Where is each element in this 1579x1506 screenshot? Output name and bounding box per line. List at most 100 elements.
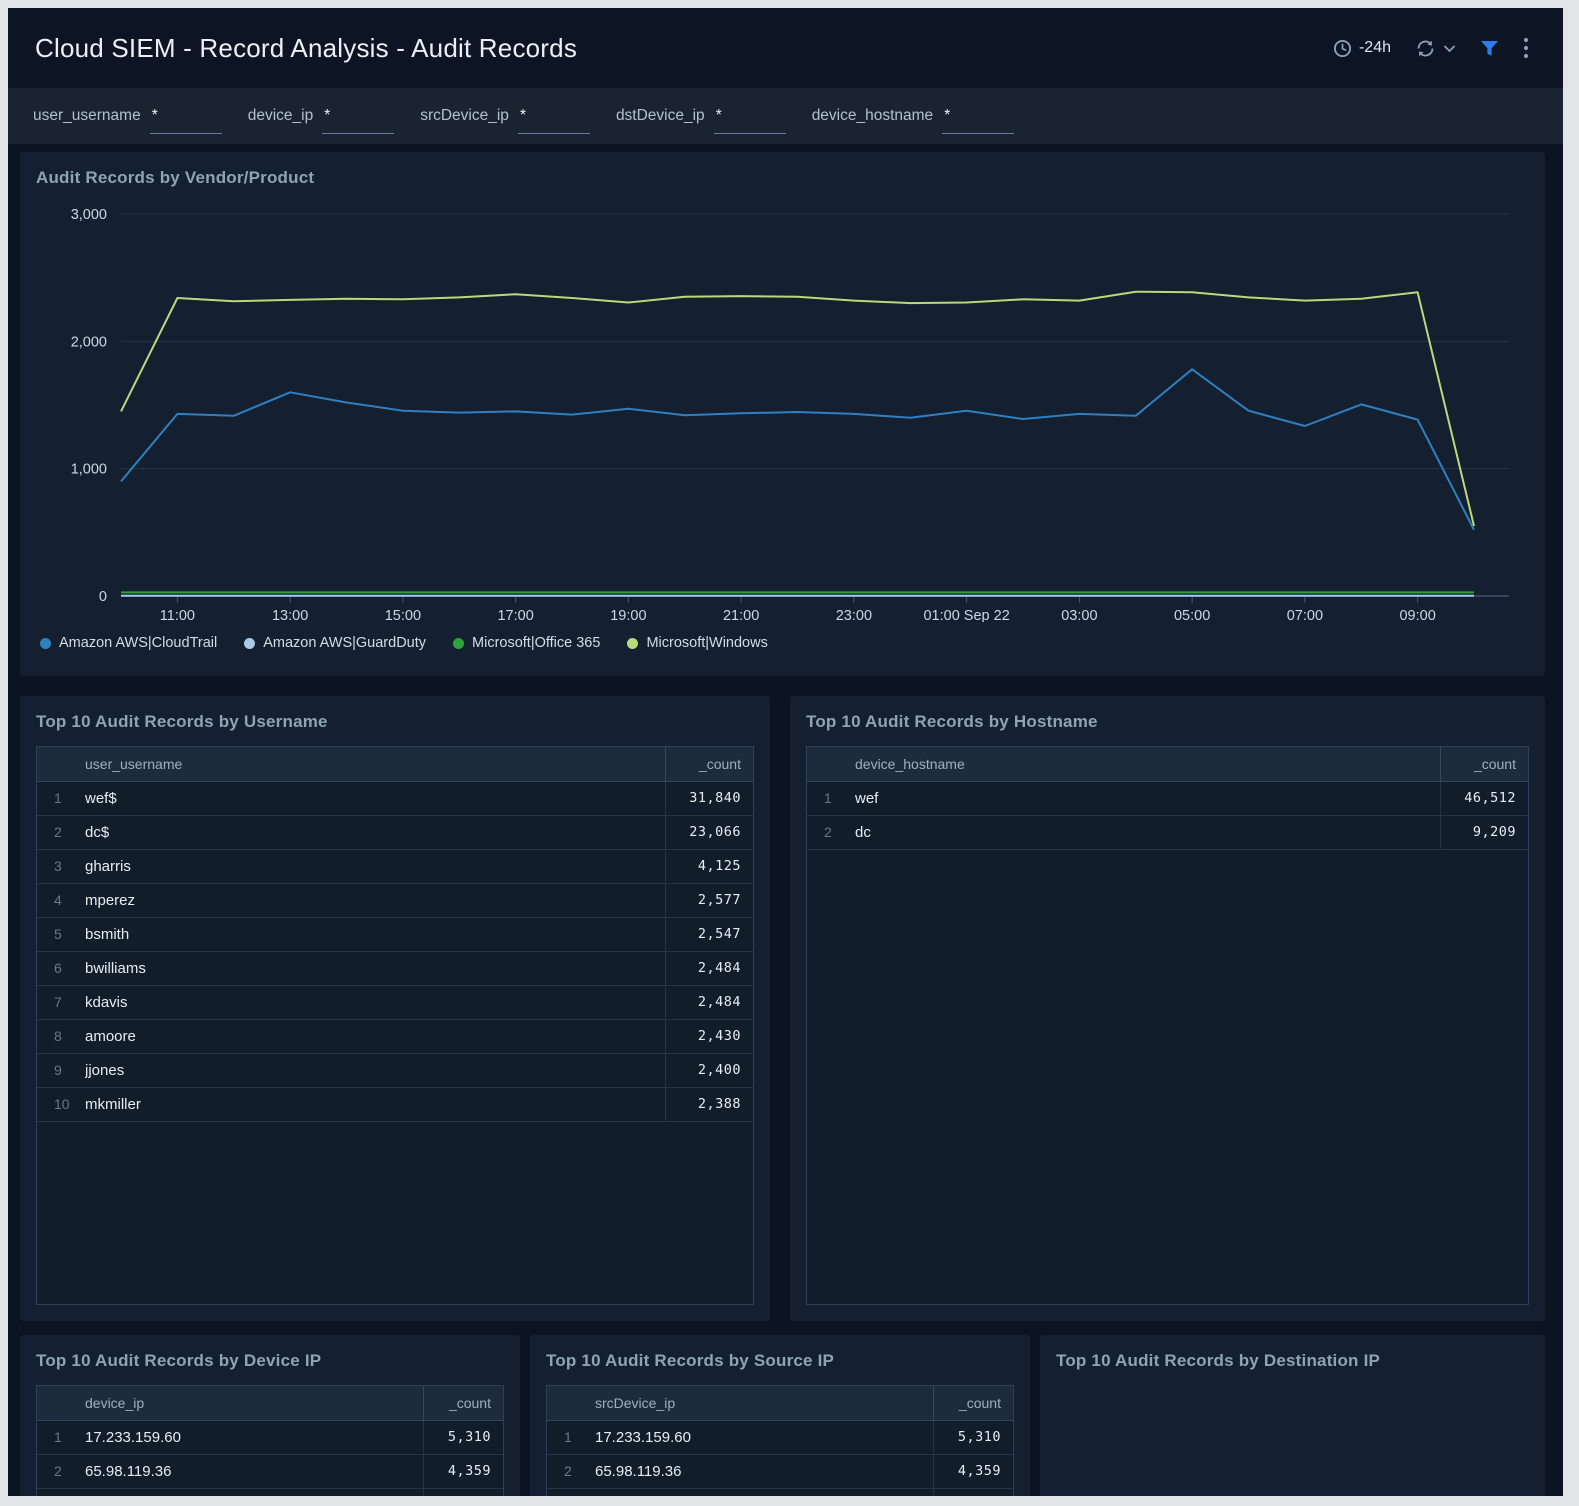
- value-cell: bwilliams: [85, 951, 665, 985]
- column-header-rank[interactable]: [37, 747, 85, 781]
- username-table-wrap: user_username_count1wef$31,8402dc$23,066…: [36, 746, 754, 1305]
- legend-dot: [627, 638, 638, 649]
- table-row[interactable]: 6bwilliams2,484: [37, 951, 753, 985]
- series-line[interactable]: [121, 369, 1474, 530]
- count-cell: 9,209: [1440, 815, 1528, 849]
- table-row[interactable]: 265.98.119.364,359: [37, 1454, 503, 1488]
- value-cell: 17.233.159.60: [85, 1420, 423, 1454]
- y-axis-label: 1,000: [71, 462, 107, 478]
- filter-input[interactable]: *: [322, 98, 394, 134]
- column-header-rank[interactable]: [547, 1386, 595, 1420]
- table-row[interactable]: 117.233.159.605,310: [37, 1420, 503, 1454]
- source_ip-table: srcDevice_ip_count117.233.159.605,310265…: [547, 1386, 1013, 1496]
- rank-cell: 2: [547, 1454, 595, 1488]
- filter-toggle[interactable]: [1480, 40, 1499, 57]
- vendor-product-panel: Audit Records by Vendor/Product 3,0002,0…: [20, 152, 1545, 676]
- table-row[interactable]: 3gharris4,125: [37, 849, 753, 883]
- chevron-down-icon: [1443, 44, 1456, 53]
- x-axis-label: 23:00: [836, 608, 872, 622]
- table-row[interactable]: 5bsmith2,547: [37, 917, 753, 951]
- chart-box: 3,0002,0001,000011:0013:0015:0017:0019:0…: [36, 192, 1529, 627]
- column-header-_count[interactable]: _count: [1440, 747, 1528, 781]
- filter-label: user_username: [33, 98, 141, 125]
- legend-item[interactable]: Microsoft|Office 365: [453, 635, 600, 651]
- table-row[interactable]: 2dc9,209: [807, 815, 1528, 849]
- table-row[interactable]: 7kdavis2,484: [37, 985, 753, 1019]
- vendor-product-line-chart[interactable]: 3,0002,0001,000011:0013:0015:0017:0019:0…: [36, 192, 1529, 622]
- rank-cell: 4: [37, 883, 85, 917]
- column-header-rank[interactable]: [37, 1386, 85, 1420]
- count-cell: 2,400: [665, 1053, 753, 1087]
- legend-label: Amazon AWS|GuardDuty: [263, 635, 426, 651]
- value-cell: dc$: [85, 815, 665, 849]
- table-row[interactable]: 9jjones2,400: [37, 1053, 753, 1087]
- table-row[interactable]: 1wef46,512: [807, 781, 1528, 815]
- dashboard-header: Cloud SIEM - Record Analysis - Audit Rec…: [8, 8, 1563, 88]
- series-line[interactable]: [121, 292, 1474, 526]
- filter-input[interactable]: *: [942, 98, 1014, 134]
- count-cell: 4,359: [423, 1454, 503, 1488]
- x-axis-label: 21:00: [723, 608, 759, 622]
- table-row[interactable]: 10mkmiller2,388: [37, 1087, 753, 1121]
- column-header-device_ip[interactable]: device_ip: [85, 1386, 423, 1420]
- legend-dot: [40, 638, 51, 649]
- count-cell: 2,388: [665, 1087, 753, 1121]
- tables-row: Top 10 Audit Records by Username user_us…: [20, 696, 1545, 1321]
- table-row[interactable]: 117.233.159.605,310: [547, 1420, 1013, 1454]
- device-ip-table-wrap: device_ip_count117.233.159.605,310265.98…: [36, 1385, 504, 1496]
- value-cell: jjones: [85, 1053, 665, 1087]
- value-cell: gharris: [85, 849, 665, 883]
- table-row[interactable]: 2dc$23,066: [37, 815, 753, 849]
- kebab-menu-icon[interactable]: [1523, 37, 1529, 59]
- filter-label: device_ip: [248, 98, 314, 125]
- column-header-user_username[interactable]: user_username: [85, 747, 665, 781]
- source-ip-panel: Top 10 Audit Records by Source IP srcDev…: [530, 1335, 1030, 1496]
- legend-item[interactable]: Microsoft|Windows: [627, 635, 767, 651]
- source-ip-table-wrap: srcDevice_ip_count117.233.159.605,310265…: [546, 1385, 1014, 1496]
- time-range-control[interactable]: -24h: [1333, 39, 1391, 58]
- column-header-srcDevice_ip[interactable]: srcDevice_ip: [595, 1386, 933, 1420]
- header-controls: -24h: [1333, 37, 1529, 59]
- column-header-rank[interactable]: [807, 747, 855, 781]
- table-row[interactable]: 1wef$31,840: [37, 781, 753, 815]
- x-axis-label: 17:00: [497, 608, 533, 622]
- clock-icon: [1333, 39, 1352, 58]
- value-cell: kdavis: [85, 985, 665, 1019]
- table-row[interactable]: 265.98.119.364,359: [547, 1454, 1013, 1488]
- rank-cell: 7: [37, 985, 85, 1019]
- column-header-_count[interactable]: _count: [933, 1386, 1013, 1420]
- column-header-_count[interactable]: _count: [423, 1386, 503, 1420]
- count-cell: 23,066: [665, 815, 753, 849]
- filter-input[interactable]: *: [150, 98, 222, 134]
- table-row[interactable]: 3142.167.140.237: [547, 1488, 1013, 1496]
- value-cell: 65.98.119.36: [85, 1454, 423, 1488]
- column-header-_count[interactable]: _count: [665, 747, 753, 781]
- filter-funnel-icon: [1480, 40, 1499, 57]
- y-axis-label: 2,000: [71, 334, 107, 350]
- legend-item[interactable]: Amazon AWS|GuardDuty: [244, 635, 426, 651]
- filter-input[interactable]: *: [714, 98, 786, 134]
- table-row[interactable]: 8amoore2,430: [37, 1019, 753, 1053]
- x-axis-label: 19:00: [610, 608, 646, 622]
- legend-item[interactable]: Amazon AWS|CloudTrail: [40, 635, 217, 651]
- refresh-control[interactable]: [1415, 38, 1456, 59]
- table-row[interactable]: 3142.167.140.237: [37, 1488, 503, 1496]
- x-axis-label: 01:00 Sep 22: [923, 608, 1009, 622]
- panel-title: Top 10 Audit Records by Destination IP: [1056, 1351, 1529, 1371]
- value-cell: 65.98.119.36: [595, 1454, 933, 1488]
- value-cell: 142.167.140.237: [595, 1488, 933, 1496]
- rank-cell: 3: [37, 1488, 85, 1496]
- table-row[interactable]: 4mperez2,577: [37, 883, 753, 917]
- filter-item: srcDevice_ip*: [420, 98, 590, 134]
- x-axis-label: 13:00: [272, 608, 308, 622]
- y-axis-label: 0: [99, 589, 107, 605]
- rank-cell: 1: [37, 1420, 85, 1454]
- rank-cell: 3: [547, 1488, 595, 1496]
- column-header-device_hostname[interactable]: device_hostname: [855, 747, 1440, 781]
- filter-input[interactable]: *: [518, 98, 590, 134]
- refresh-icon: [1415, 38, 1436, 59]
- filter-item: user_username *: [33, 98, 222, 134]
- panel-title: Top 10 Audit Records by Username: [36, 712, 754, 732]
- rank-cell: 2: [807, 815, 855, 849]
- panel-title: Top 10 Audit Records by Device IP: [36, 1351, 504, 1371]
